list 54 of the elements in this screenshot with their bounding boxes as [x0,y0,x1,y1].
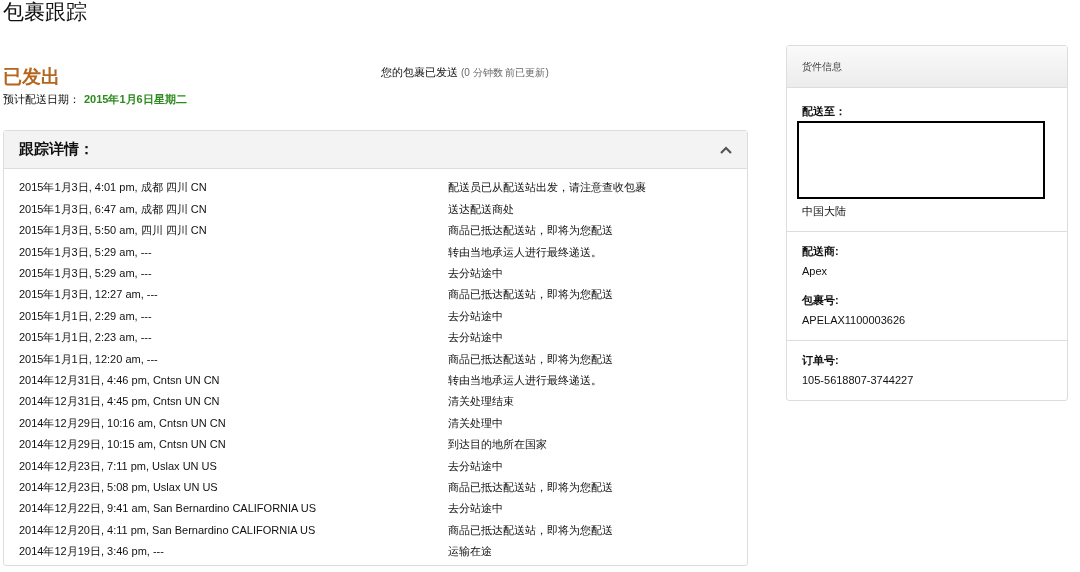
event-time: 2015年1月3日, 6:47 am, 成都 四川 CN [19,201,208,217]
update-note: (0 分钟数 前已更新) [461,66,549,80]
event-description: 运输在途 [448,544,492,560]
event-time: 2014年12月22日, 9:41 am, San Bernardino CALIFORNIA US [19,501,318,517]
tracking-header[interactable]: 跟踪详情： [4,131,747,169]
event-description: 转由当地承运人进行最终递送。 [448,244,602,260]
field-value: Apex [802,263,829,279]
event-time: 2014年12月31日, 4:46 pm, Cntsn UN CN [19,372,221,388]
event-description: 去分站途中 [448,458,503,474]
field-label: 包裹号: [802,293,840,308]
field-label: 配送商: [802,244,840,259]
field-value: 105-5618807-3744227 [802,372,915,388]
event-description: 去分站途中 [448,330,503,346]
event-description: 去分站途中 [448,308,503,324]
caret-icon [720,145,732,154]
event-description: 清关处理中 [448,415,503,431]
event-time: 2014年12月23日, 5:08 pm, Uslax UN US [19,479,219,495]
event-time: 2014年12月31日, 4:45 pm, Cntsn UN CN [19,394,221,410]
event-description: 转由当地承运人进行最终递送。 [448,372,602,388]
event-description: 去分站途中 [448,501,503,517]
event-description: 商品已抵达配送站，即将为您配送 [448,479,613,495]
event-description: 配送员已从配送站出发，请注意查收包裹 [448,180,646,196]
event-time: 2015年1月3日, 4:01 pm, 成都 四川 CN [19,180,208,196]
field-value: APELAX1100003626 [802,312,907,328]
event-time: 2015年1月3日, 12:27 am, --- [19,287,159,303]
event-time: 2015年1月3日, 5:50 am, 四川 四川 CN [19,223,208,239]
event-description: 到达目的地所在国家 [448,437,547,453]
field-label: 配送至： [802,104,847,119]
event-time: 2015年1月3日, 5:29 am, --- [19,244,153,260]
event-time: 2015年1月1日, 12:20 am, --- [19,351,159,367]
eta-date: 2015年1月6日星期二 [84,92,187,107]
status-message: 您的包裹已发送 [381,65,458,80]
event-time: 2014年12月20日, 4:11 pm, San Bernardino CALIFORNIA US [19,522,317,538]
event-description: 商品已抵达配送站，即将为您配送 [448,287,613,303]
event-description: 商品已抵达配送站，即将为您配送 [448,223,613,239]
eta-label: 预计配送日期： [3,92,80,107]
event-description: 去分站途中 [448,266,503,281]
event-time: 2014年12月29日, 10:16 am, Cntsn UN CN [19,415,227,431]
event-description: 清关处理结束 [448,394,514,410]
page-title: 包裹跟踪 [3,0,87,24]
field-value: 中国大陆 [802,203,847,219]
event-time: 2015年1月1日, 2:23 am, --- [19,330,153,346]
event-description: 商品已抵达配送站，即将为您配送 [448,522,613,538]
event-time: 2014年12月23日, 7:11 pm, Uslax UN US [19,458,218,474]
event-description: 商品已抵达配送站，即将为您配送 [448,351,613,367]
panel-title: 货件信息 [802,60,842,74]
field-label: 订单号: [802,353,840,368]
event-time: 2014年12月29日, 10:15 am, Cntsn UN CN [19,437,227,453]
event-time: 2014年12月19日, 3:46 pm, --- [19,544,165,560]
event-description: 送达配送商处 [448,201,514,217]
event-time: 2015年1月1日, 2:29 am, --- [19,308,153,324]
event-time: 2015年1月3日, 5:29 am, --- [19,266,153,281]
status-label: 已发出 [3,65,61,89]
tracking-title: 跟踪详情： [19,139,94,160]
